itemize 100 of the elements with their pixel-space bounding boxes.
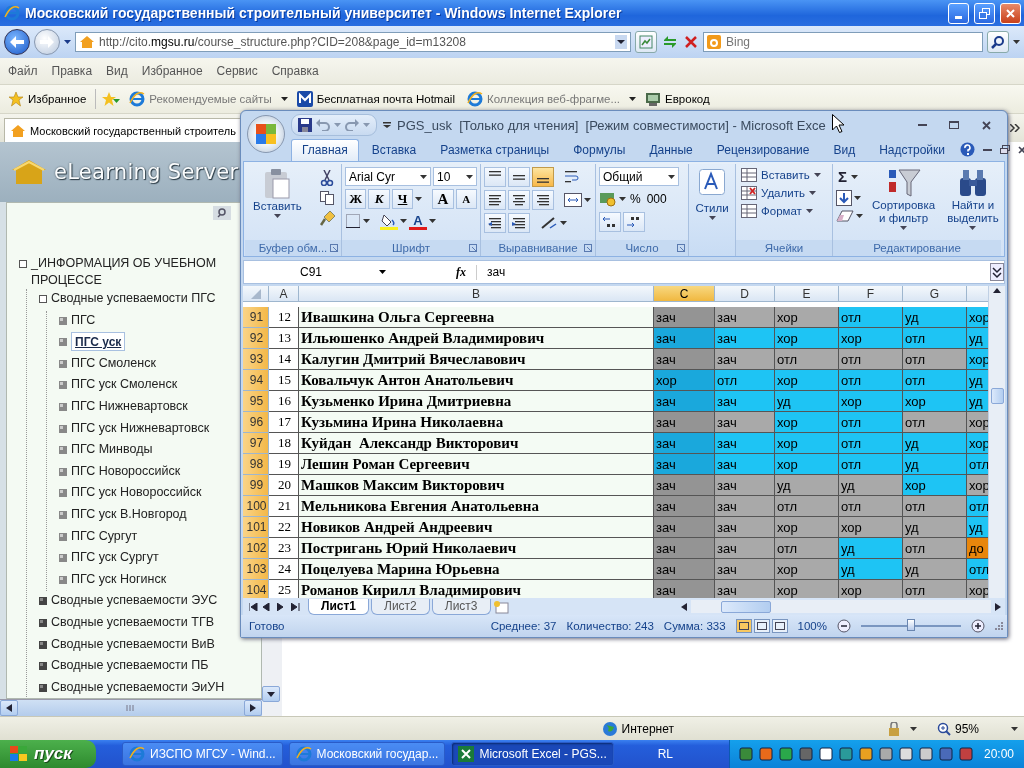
scroll-thumb[interactable] (720, 600, 771, 613)
column-header[interactable]: A (269, 286, 299, 302)
formula-field[interactable]: зач (481, 265, 986, 279)
font-style-button[interactable]: Ж (345, 189, 367, 209)
outdent-button[interactable] (484, 213, 506, 233)
favorite-link[interactable]: Рекомендуемые сайты (126, 89, 275, 109)
ribbon-tab[interactable]: Формулы (562, 139, 637, 161)
tray-icon[interactable] (937, 746, 954, 762)
search-button[interactable] (987, 31, 1009, 53)
grow-font-button[interactable]: A (432, 189, 454, 209)
menu-item[interactable]: Избранное (141, 64, 203, 78)
borders-button[interactable] (345, 213, 361, 229)
cells-button[interactable]: Формат (739, 203, 829, 219)
menu-item[interactable]: Правка (51, 64, 93, 78)
arrow-left-icon[interactable] (263, 602, 272, 611)
ribbon-tab[interactable]: Рецензирование (705, 139, 821, 161)
column-header[interactable]: E (775, 286, 839, 302)
fill-button[interactable] (836, 190, 863, 206)
font-color-button[interactable]: A (409, 212, 427, 230)
align-button[interactable] (532, 167, 554, 187)
help-icon[interactable] (960, 142, 975, 157)
arrow-right-icon[interactable] (277, 602, 286, 611)
zoom-slider-thumb[interactable] (907, 619, 915, 631)
column-header[interactable]: D (715, 286, 775, 302)
save-button[interactable] (298, 118, 312, 132)
scroll-down-button[interactable] (262, 686, 280, 702)
fill-color-button[interactable] (380, 212, 398, 230)
tree-item[interactable]: ПГС уск В.Новгород (71, 504, 187, 523)
align-button[interactable] (484, 190, 506, 210)
arrow-left-icon[interactable] (680, 602, 687, 611)
expand-icon[interactable] (39, 618, 47, 627)
row-header[interactable]: 98 (243, 454, 269, 475)
indent-button[interactable] (508, 213, 530, 233)
office-button[interactable] (247, 115, 285, 153)
ribbon-tab[interactable]: Вставка (360, 139, 428, 161)
row-header[interactable]: 96 (243, 412, 269, 433)
zoom-out-icon[interactable] (837, 619, 851, 633)
row-header[interactable]: 101 (243, 517, 269, 538)
compatibility-button[interactable] (635, 31, 657, 53)
shrink-font-button[interactable]: A (455, 189, 477, 209)
scroll-left-button[interactable] (0, 700, 18, 716)
minimize-icon[interactable] (983, 148, 992, 151)
row-header[interactable]: 95 (243, 391, 269, 412)
sort-filter-button[interactable]: Сортировка и фильтр (869, 167, 939, 240)
menu-item[interactable]: Сервис (216, 64, 258, 78)
increase-decimal-button[interactable] (599, 212, 621, 232)
font-name-field[interactable]: Arial Cyr (345, 167, 431, 186)
insert-function-button[interactable]: fx (396, 264, 477, 280)
row-header[interactable]: 99 (243, 475, 269, 496)
customize-icon[interactable] (383, 122, 391, 128)
tray-icon[interactable] (957, 746, 974, 762)
tray-icon[interactable] (777, 746, 794, 762)
stop-button[interactable] (683, 34, 699, 50)
tree-item[interactable]: ПГС Смоленск (71, 353, 156, 372)
row-header[interactable]: 94 (243, 370, 269, 391)
language-indicator[interactable]: RL (657, 747, 674, 761)
tree-item[interactable]: Сводные успеваемости ЭУС (51, 591, 218, 610)
taskbar-button[interactable]: ИЗСПО МГСУ - Wind... (122, 742, 283, 766)
favorite-link[interactable]: Коллекция веб-фрагме... (463, 89, 624, 109)
number-style-button[interactable]: 000 (644, 189, 669, 209)
tree-item[interactable]: ПГС уск Нижневартовск (71, 418, 210, 437)
tree-item[interactable]: ПГС уск Новороссийск (71, 483, 202, 502)
expand-icon[interactable] (39, 597, 47, 606)
tree-item[interactable]: ПГС уск Смоленск (71, 375, 178, 394)
search-button[interactable] (213, 206, 231, 220)
copy-button[interactable] (320, 191, 336, 205)
expand-icon[interactable] (990, 263, 1004, 281)
number-style-button[interactable]: % (628, 189, 643, 209)
ribbon-tab[interactable]: Разметка страницы (429, 139, 561, 161)
tree-item[interactable]: ПГС уск Сургут (71, 548, 159, 567)
row-header[interactable]: 97 (243, 433, 269, 454)
ribbon-tab[interactable]: Главная (291, 139, 359, 161)
tree-item[interactable]: Сводные успеваемости ТГВ (51, 612, 214, 631)
minimize-button[interactable] (948, 2, 969, 24)
tray-icon[interactable] (797, 746, 814, 762)
chevron-icon[interactable] (1010, 124, 1020, 132)
tree-item[interactable]: Сводные успеваемости ПГС (51, 289, 216, 307)
search-field[interactable]: Bing (703, 32, 983, 52)
tray-icon[interactable] (837, 746, 854, 762)
ribbon-tab[interactable]: Вид (822, 139, 867, 161)
orientation-button[interactable] (540, 216, 558, 230)
tree-item[interactable]: ПГС (71, 310, 96, 329)
dialog-launcher-icon[interactable] (469, 244, 477, 252)
restore-button[interactable] (974, 2, 995, 24)
column-header[interactable]: C (654, 286, 715, 302)
name-box[interactable]: C91 (244, 265, 392, 279)
row-header[interactable]: 103 (243, 559, 269, 580)
zoom-in-icon[interactable] (971, 619, 985, 633)
row-header[interactable]: 100 (243, 496, 269, 517)
dropdown-icon[interactable] (615, 35, 627, 49)
favorite-link[interactable]: Бесплатная почта Hotmail (293, 89, 458, 109)
font-style-button[interactable]: К (368, 189, 390, 209)
tray-icon[interactable] (757, 746, 774, 762)
arrow-right-icon[interactable] (291, 602, 300, 611)
row-header[interactable]: 93 (243, 349, 269, 370)
align-button[interactable] (508, 190, 530, 210)
favorite-link[interactable]: Еврокод (642, 89, 713, 109)
tree-item[interactable]: ПГС Новороссийск (71, 461, 181, 480)
currency-button[interactable] (599, 191, 617, 207)
tray-icon[interactable] (857, 746, 874, 762)
